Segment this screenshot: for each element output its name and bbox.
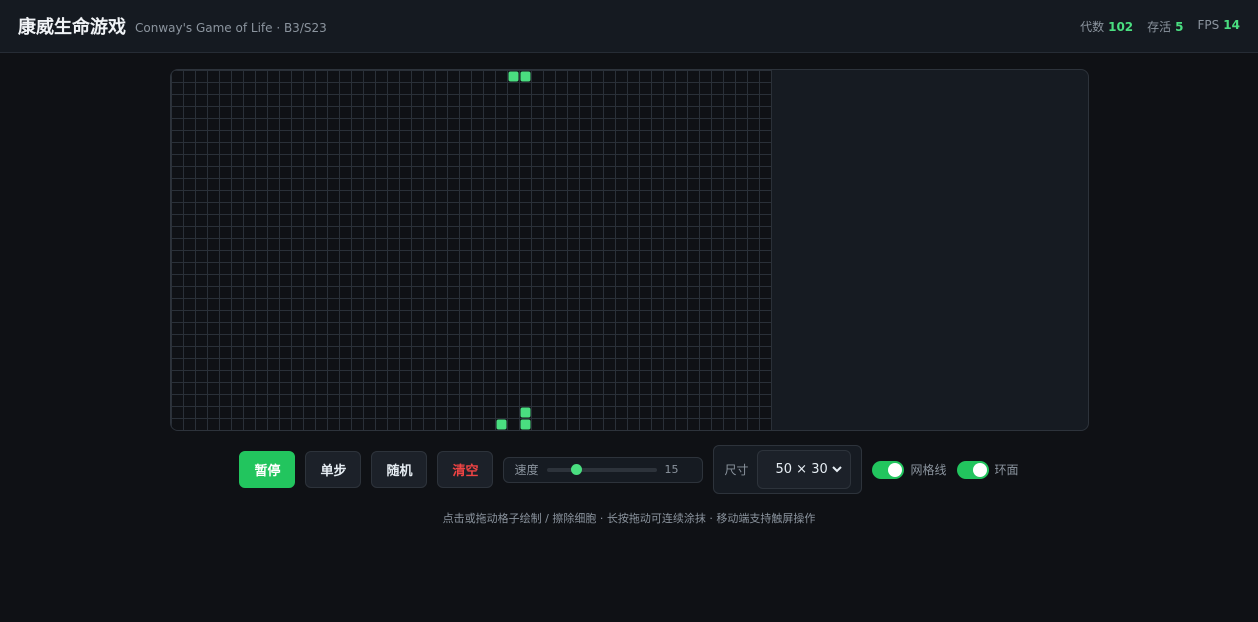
stat-alive: 存活 5 [1147, 18, 1183, 35]
life-grid-canvas[interactable] [171, 70, 1089, 431]
app-subtitle: Conway's Game of Life · B3/S23 [135, 20, 327, 35]
stats-panel: 代数 102 存活 5 FPS 14 [1080, 18, 1240, 35]
torus-toggle-knob [972, 462, 987, 477]
speed-slider[interactable] [546, 463, 657, 475]
stat-alive-label: 存活 [1147, 19, 1172, 34]
torus-toggle[interactable] [956, 460, 989, 479]
grid-toggle-label: 网格线 [910, 463, 947, 477]
speed-label: 速度 [514, 463, 539, 477]
chevron-down-icon [832, 463, 843, 476]
app-title: 康威生命游戏 [18, 17, 126, 38]
grid-toggle-knob [888, 462, 903, 477]
speed-value: 15 [664, 463, 679, 476]
live-cell[interactable] [520, 71, 531, 82]
step-button[interactable]: 单步 [305, 451, 362, 488]
speed-control: 速度 15 [503, 456, 704, 483]
stat-fps-value: 14 [1223, 17, 1240, 32]
stat-fps-label: FPS [1197, 17, 1220, 32]
stat-generation-value: 102 [1108, 19, 1134, 34]
speed-slider-thumb[interactable] [570, 463, 582, 475]
size-select[interactable]: 50 × 30 [756, 450, 852, 489]
size-control: 尺寸 50 × 30 [713, 445, 863, 494]
live-cell[interactable] [520, 419, 531, 430]
torus-toggle-label: 环面 [994, 463, 1019, 477]
torus-toggle-wrap: 环面 [956, 460, 1019, 479]
live-cell[interactable] [520, 407, 531, 418]
stat-fps: FPS 14 [1198, 18, 1240, 35]
random-button[interactable]: 随机 [371, 451, 428, 488]
live-cell[interactable] [508, 71, 519, 82]
size-label: 尺寸 [724, 463, 749, 477]
stat-generation-label: 代数 [1080, 19, 1105, 34]
game-board[interactable] [170, 69, 1089, 431]
pause-button[interactable]: 暂停 [239, 451, 296, 488]
stat-generation: 代数 102 [1080, 18, 1133, 35]
live-cell[interactable] [496, 419, 507, 430]
clear-button[interactable]: 清空 [437, 451, 494, 488]
grid-toggle-wrap: 网格线 [872, 460, 947, 479]
header-bar: 康威生命游戏 Conway's Game of Life · B3/S23 代数… [0, 0, 1258, 53]
stat-alive-value: 5 [1175, 19, 1184, 34]
grid-toggle[interactable] [872, 460, 905, 479]
control-bar: 暂停 单步 随机 清空 速度 15 尺寸 50 × 30 网格线 环面 [0, 445, 1258, 494]
size-select-value: 50 × 30 [775, 462, 828, 477]
usage-hint: 点击或拖动格子绘制 / 擦除细胞 · 长按拖动可连续涂抹 · 移动端支持触屏操作 [442, 512, 816, 525]
